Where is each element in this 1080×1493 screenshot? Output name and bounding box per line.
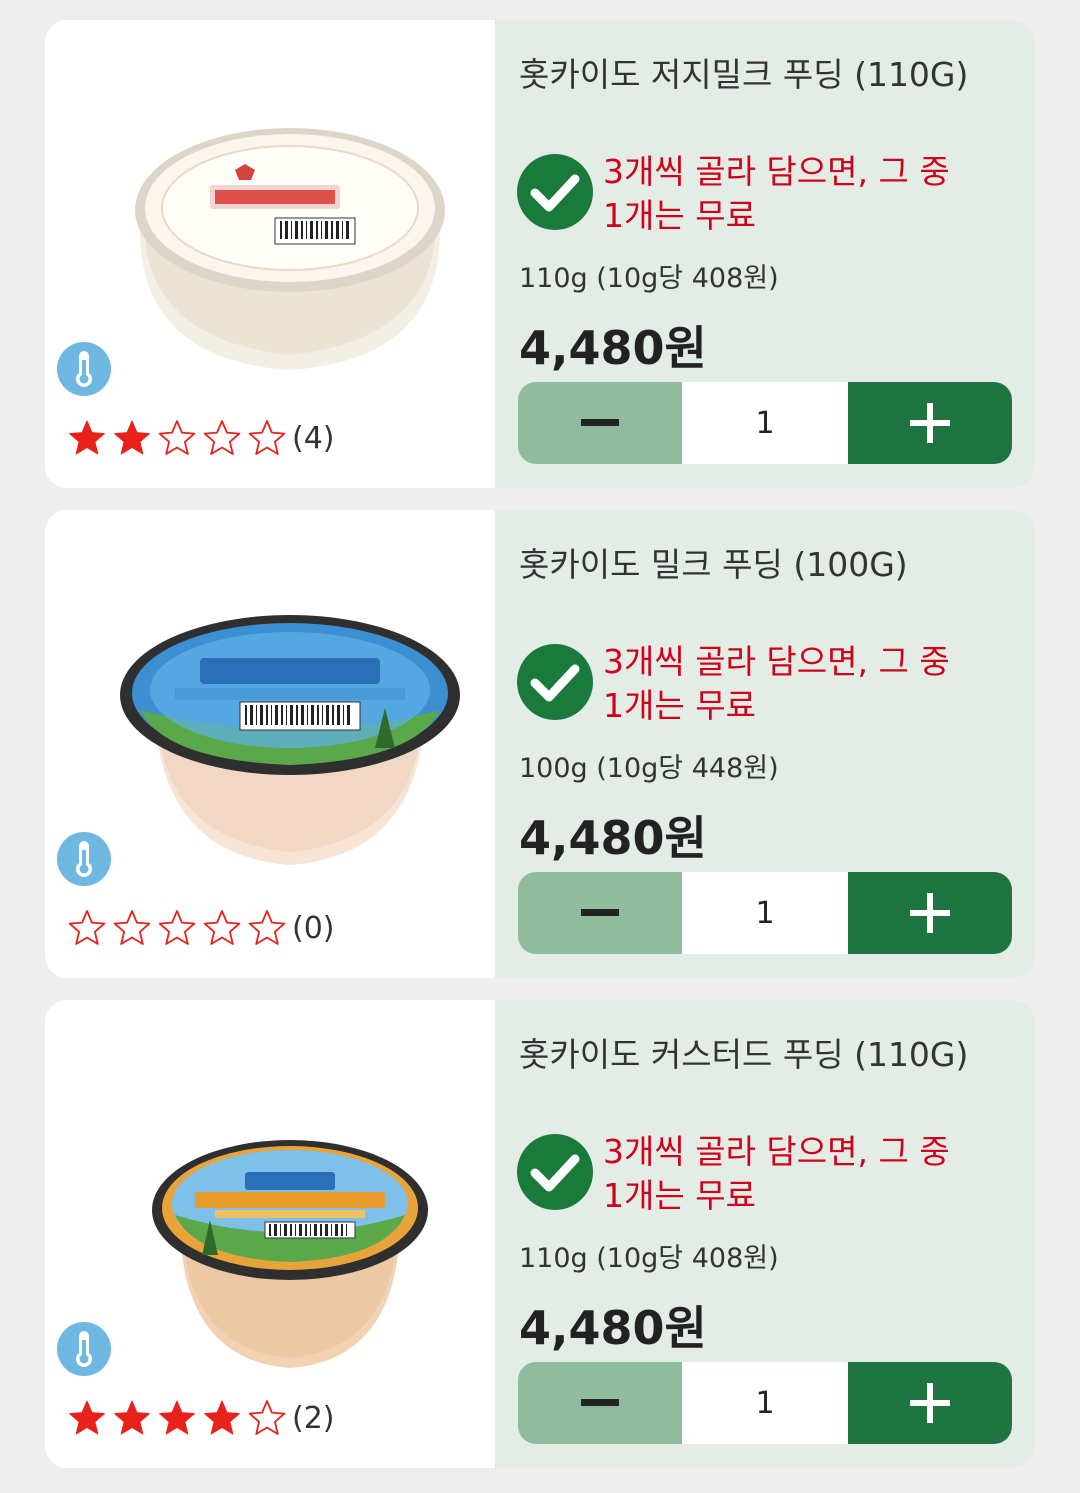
- increase-button[interactable]: [848, 1362, 1012, 1444]
- quantity-value[interactable]: 1: [682, 1362, 848, 1444]
- quantity-value[interactable]: 1: [682, 382, 848, 464]
- unit-price: 110g (10g당 408원): [519, 263, 779, 294]
- plus-icon: [910, 1383, 950, 1423]
- star-outline-icon: [113, 910, 151, 945]
- unit-price: 100g (10g당 448원): [519, 753, 779, 784]
- product-info-panel: 홋카이도 저지밀크 푸딩 (110G) 3개씩 골라 담으면, 그 중 1개는 …: [495, 20, 1035, 488]
- price: 4,480원: [519, 321, 707, 375]
- milk-pudding-image[interactable]: [115, 590, 465, 890]
- minus-icon: [581, 1399, 619, 1406]
- minus-icon: [581, 909, 619, 916]
- review-count: (2): [292, 1400, 335, 1436]
- price: 4,480원: [519, 811, 707, 865]
- minus-icon: [581, 419, 619, 426]
- product-image-panel[interactable]: (0): [45, 510, 495, 978]
- quantity-value[interactable]: 1: [682, 872, 848, 954]
- product-title[interactable]: 홋카이도 커스터드 푸딩 (110G): [519, 1028, 968, 1076]
- check-circle-icon: [517, 154, 593, 230]
- promo-badge: 3개씩 골라 담으면, 그 중 1개는 무료: [517, 642, 950, 728]
- star-outline-icon: [68, 910, 106, 945]
- promo-line-2: 1개는 무료: [603, 686, 756, 725]
- star-outline-icon: [158, 910, 196, 945]
- promo-line-2: 1개는 무료: [603, 1176, 756, 1215]
- custard-pudding-image[interactable]: [115, 1080, 465, 1380]
- star-outline-icon: [203, 420, 241, 455]
- thermometer-icon: [57, 1322, 111, 1376]
- promo-line-1: 3개씩 골라 담으면, 그 중: [603, 1132, 950, 1171]
- star-outline-icon: [248, 1400, 286, 1435]
- unit-price: 110g (10g당 408원): [519, 1243, 779, 1274]
- quantity-stepper[interactable]: 1: [518, 382, 1012, 464]
- review-count: (4): [292, 420, 335, 456]
- thermometer-icon: [57, 342, 111, 396]
- jersey-milk-pudding-image[interactable]: [115, 100, 465, 400]
- star-filled-icon: [114, 420, 150, 455]
- quantity-stepper[interactable]: 1: [518, 1362, 1012, 1444]
- thermometer-icon: [57, 832, 111, 886]
- star-rating: (4): [67, 418, 335, 458]
- review-count: (0): [292, 910, 335, 946]
- promo-badge: 3개씩 골라 담으면, 그 중 1개는 무료: [517, 1132, 950, 1218]
- promo-text: 3개씩 골라 담으면, 그 중 1개는 무료: [603, 640, 950, 728]
- promo-text: 3개씩 골라 담으면, 그 중 1개는 무료: [603, 1130, 950, 1218]
- star-outline-icon: [203, 910, 241, 945]
- increase-button[interactable]: [848, 382, 1012, 464]
- product-card[interactable]: (2) 홋카이도 커스터드 푸딩 (110G) 3개씩 골라 담으면, 그 중 …: [45, 1000, 1035, 1468]
- plus-icon: [910, 403, 950, 443]
- product-card[interactable]: (4) 홋카이도 저지밀크 푸딩 (110G) 3개씩 골라 담으면, 그 중 …: [45, 20, 1035, 488]
- star-filled-icon: [69, 420, 105, 455]
- promo-line-2: 1개는 무료: [603, 196, 756, 235]
- product-info-panel: 홋카이도 커스터드 푸딩 (110G) 3개씩 골라 담으면, 그 중 1개는 …: [495, 1000, 1035, 1468]
- product-card[interactable]: (0) 홋카이도 밀크 푸딩 (100G) 3개씩 골라 담으면, 그 중 1개…: [45, 510, 1035, 978]
- increase-button[interactable]: [848, 872, 1012, 954]
- promo-badge: 3개씩 골라 담으면, 그 중 1개는 무료: [517, 152, 950, 238]
- decrease-button[interactable]: [518, 382, 682, 464]
- promo-line-1: 3개씩 골라 담으면, 그 중: [603, 642, 950, 681]
- star-outline-icon: [158, 420, 196, 455]
- decrease-button[interactable]: [518, 872, 682, 954]
- product-info-panel: 홋카이도 밀크 푸딩 (100G) 3개씩 골라 담으면, 그 중 1개는 무료…: [495, 510, 1035, 978]
- product-title[interactable]: 홋카이도 밀크 푸딩 (100G): [519, 538, 908, 586]
- check-circle-icon: [517, 644, 593, 720]
- star-rating: (2): [67, 1398, 335, 1438]
- star-filled-icon: [69, 1400, 105, 1435]
- star-filled-icon: [159, 1400, 195, 1435]
- star-outline-icon: [248, 420, 286, 455]
- promo-text: 3개씩 골라 담으면, 그 중 1개는 무료: [603, 150, 950, 238]
- star-outline-icon: [248, 910, 286, 945]
- quantity-stepper[interactable]: 1: [518, 872, 1012, 954]
- star-rating: (0): [67, 908, 335, 948]
- product-title[interactable]: 홋카이도 저지밀크 푸딩 (110G): [519, 48, 968, 96]
- star-filled-icon: [114, 1400, 150, 1435]
- price: 4,480원: [519, 1301, 707, 1355]
- star-filled-icon: [204, 1400, 240, 1435]
- promo-line-1: 3개씩 골라 담으면, 그 중: [603, 152, 950, 191]
- product-image-panel[interactable]: (2): [45, 1000, 495, 1468]
- decrease-button[interactable]: [518, 1362, 682, 1444]
- plus-icon: [910, 893, 950, 933]
- check-circle-icon: [517, 1134, 593, 1210]
- product-image-panel[interactable]: (4): [45, 20, 495, 488]
